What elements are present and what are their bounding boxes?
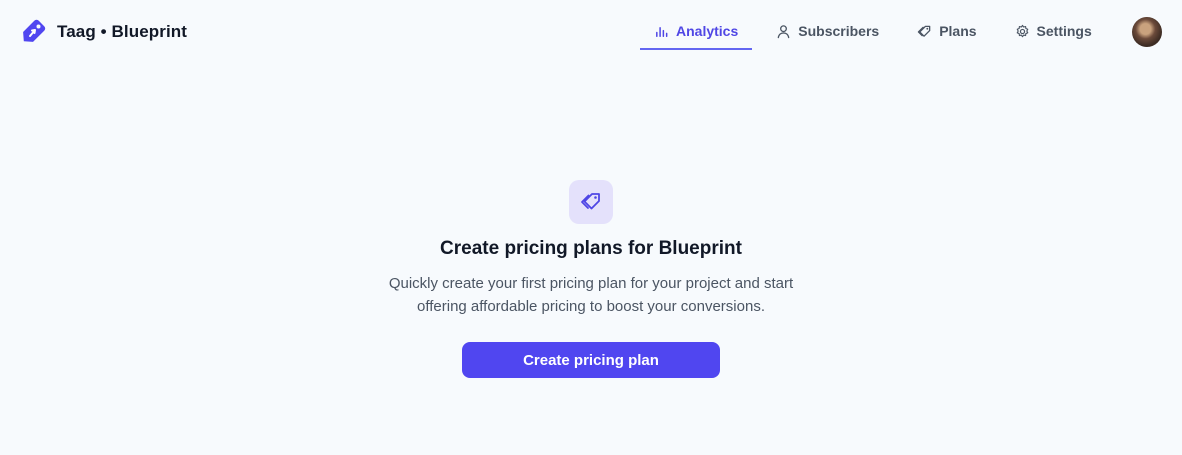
tag-outline-icon xyxy=(917,25,931,37)
nav-item-settings[interactable]: Settings xyxy=(1001,14,1106,50)
user-icon xyxy=(777,24,790,38)
empty-state-description: Quickly create your first pricing plan f… xyxy=(388,275,794,315)
nav-label-subscribers: Subscribers xyxy=(798,23,880,39)
nav-label-plans: Plans xyxy=(939,23,977,39)
main-nav: Analytics Subscribers Plans Settings xyxy=(640,14,1116,50)
nav-item-plans[interactable]: Plans xyxy=(903,14,990,50)
tags-icon xyxy=(569,180,613,224)
create-pricing-plan-button[interactable]: Create pricing plan xyxy=(462,342,720,378)
gear-icon xyxy=(1016,24,1028,37)
brand[interactable]: Taag • Blueprint xyxy=(18,16,187,48)
nav-label-settings: Settings xyxy=(1036,23,1092,39)
top-header: Taag • Blueprint Analytics Subscribers P… xyxy=(0,0,1182,64)
bar-chart-icon xyxy=(656,26,668,37)
empty-state-title: Create pricing plans for Blueprint xyxy=(440,238,742,259)
nav-item-analytics[interactable]: Analytics xyxy=(640,14,753,50)
nav-label-analytics: Analytics xyxy=(676,23,739,39)
tag-icon xyxy=(23,19,46,42)
brand-name: Taag • Blueprint xyxy=(57,22,188,41)
avatar[interactable] xyxy=(1132,17,1162,47)
nav-item-subscribers[interactable]: Subscribers xyxy=(762,14,893,50)
empty-state: Create pricing plans for Blueprint Quick… xyxy=(0,180,1182,378)
